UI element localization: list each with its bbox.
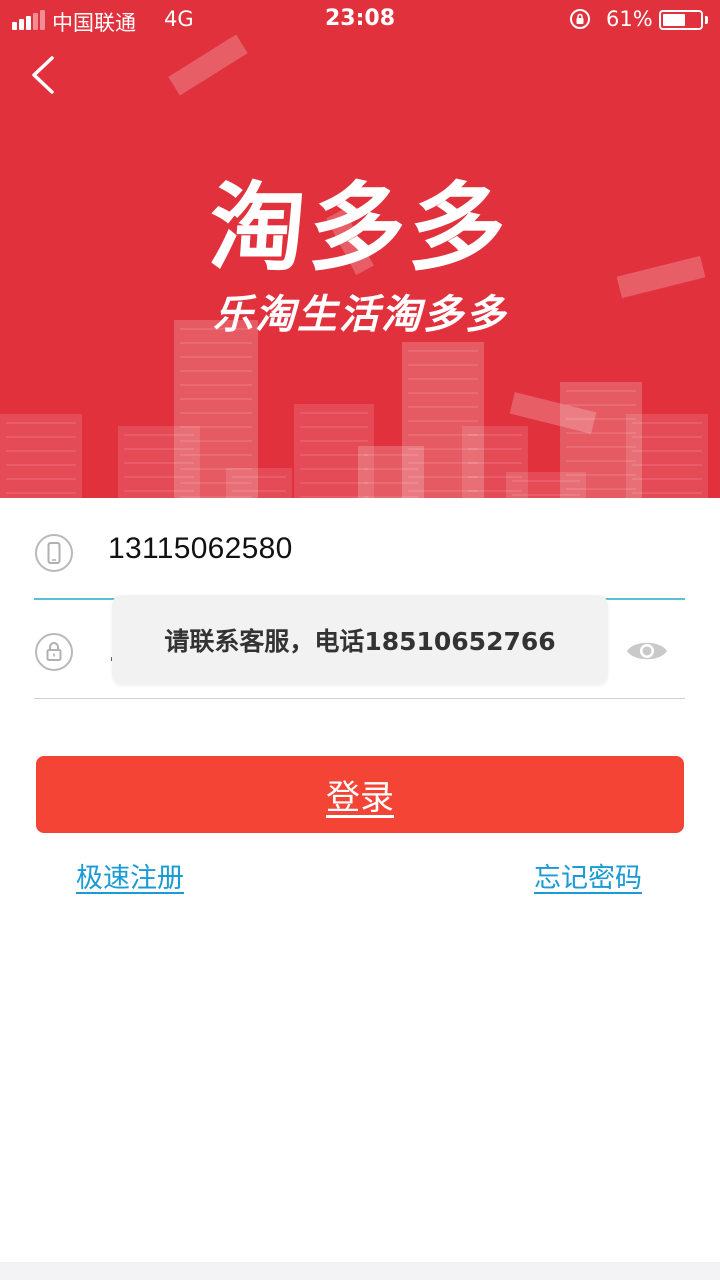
toast-message: 请联系客服，电话18510652766	[112, 595, 608, 685]
toast-text: 请联系客服，电话18510652766	[164, 627, 556, 656]
eye-icon	[627, 642, 667, 660]
back-button[interactable]	[22, 50, 66, 100]
chevron-left-icon	[32, 56, 54, 94]
phone-input-value: 13115062580	[108, 532, 293, 565]
lock-icon	[35, 633, 73, 671]
forgot-password-link[interactable]: 忘记密码	[534, 856, 642, 895]
app-slogan: 乐淘生活淘多多	[213, 291, 507, 338]
status-bar: 中国联通 4G 23:08 61%	[0, 0, 720, 40]
password-input-underline	[34, 698, 685, 699]
battery-percent: 61%	[606, 7, 653, 31]
header-banner: 淘多多 乐淘生活淘多多	[0, 0, 720, 498]
bottom-safe-area	[0, 1262, 720, 1280]
app-title: 淘多多	[205, 172, 514, 284]
login-button[interactable]: 登录	[36, 756, 684, 833]
mobile-phone-icon	[35, 534, 73, 572]
battery-tip	[705, 16, 708, 24]
decor-strip	[168, 34, 248, 96]
skyline-building	[626, 414, 708, 498]
skyline-building	[226, 468, 292, 498]
rotation-lock-icon	[570, 9, 590, 29]
skyline-building	[0, 414, 82, 498]
quick-register-link[interactable]: 极速注册	[76, 856, 184, 895]
battery-icon	[659, 10, 703, 30]
password-visibility-toggle[interactable]	[624, 634, 670, 668]
